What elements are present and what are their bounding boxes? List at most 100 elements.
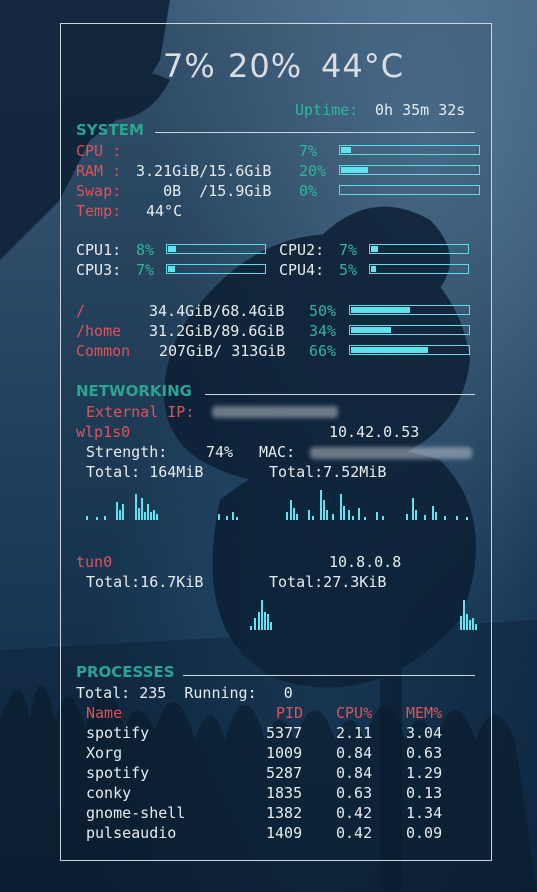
iface1-total-down: Total: 164MiB [86,463,204,481]
disk-home-bar-fill [351,327,391,333]
ram-value: 3.21GiB/15.6GiB [136,162,272,180]
header-temp: 44°C [321,47,405,85]
disk-root-percent: 50% [309,302,337,320]
cpu-label: CPU : [76,142,122,160]
system-heading: SYSTEM [76,121,144,139]
processes-heading: PROCESSES [76,663,175,681]
core2-label: CPU2: [279,241,325,259]
ram-label: RAM : [76,162,122,180]
swap-label: Swap: [76,182,122,200]
swap-value: 0B /15.9GiB [136,182,272,200]
uptime-value: 0h 35m 32s [375,101,466,119]
process-name: spotify [86,724,150,742]
core4-bar [369,264,469,274]
process-mem: 3.04 [406,724,443,742]
col-pid-header: PID [276,704,304,722]
iface2-total-down: Total:16.7KiB [86,573,204,591]
external-ip-redacted [212,406,338,418]
core1-percent: 8% [136,241,155,259]
temp-label: Temp: [76,202,122,220]
process-mem: 0.63 [406,744,443,762]
temp-value: 44°C [146,202,183,220]
process-cpu: 0.84 [336,764,373,782]
disk-common-percent: 66% [309,342,337,360]
core3-bar [166,264,266,274]
networking-divider [205,394,475,395]
core1-bar-fill [168,246,176,252]
process-cpu: 0.42 [336,824,373,842]
cpu-bar-fill [341,147,351,153]
swap-bar [339,185,480,195]
system-divider [155,132,475,133]
processes-divider [183,675,475,676]
disk-common-label: Common [76,342,131,360]
mac-redacted [310,447,472,459]
col-cpu-header: CPU% [336,704,373,722]
disk-root-value: 34.4GiB/68.4GiB [149,302,285,320]
iface2-ip: 10.8.0.8 [329,553,402,571]
process-pid: 5377 [266,724,303,742]
disk-home-bar [349,325,470,335]
iface2-name: tun0 [76,553,113,571]
process-cpu: 0.42 [336,804,373,822]
iface1-name: wlp1s0 [76,423,131,441]
process-pid: 1009 [266,744,303,762]
core4-percent: 5% [339,261,358,279]
core3-label: CPU3: [76,261,122,279]
disk-root-bar-fill [351,307,410,313]
process-name: conky [86,784,132,802]
process-pid: 1382 [266,804,303,822]
process-mem: 1.34 [406,804,443,822]
disk-home-value: 31.2GiB/89.6GiB [149,322,285,340]
networking-heading: NETWORKING [76,382,192,400]
strength-value: 74% [206,443,234,461]
disk-home-percent: 34% [309,322,337,340]
mac-label: MAC: [259,443,296,461]
disk-home-label: /home [76,322,122,340]
header-cpu: 7% [163,47,216,85]
core3-bar-fill [168,266,175,272]
process-name: spotify [86,764,150,782]
disk-root-bar [349,305,470,315]
swap-percent: 0% [299,182,318,200]
process-pid: 5287 [266,764,303,782]
iface2-traffic-graph [250,600,477,630]
iface1-traffic-graph [86,490,468,520]
process-name: pulseaudio [86,824,177,842]
ram-bar-fill [341,167,368,173]
disk-common-bar [349,345,470,355]
process-mem: 0.09 [406,824,443,842]
process-name: Xorg [86,744,123,762]
col-mem-header: MEM% [406,704,443,722]
core2-bar-fill [371,246,378,252]
strength-label: Strength: [86,443,168,461]
external-ip-label: External IP: [86,403,195,421]
process-pid: 1835 [266,784,303,802]
core3-percent: 7% [136,261,155,279]
process-cpu: 2.11 [336,724,373,742]
iface1-total-up: Total:7.52MiB [269,463,387,481]
core2-bar [369,244,469,254]
core4-label: CPU4: [279,261,325,279]
core1-bar [166,244,266,254]
ram-bar [339,165,480,175]
process-summary: Total: 235 Running: 0 [76,684,293,702]
iface2-total-up: Total:27.3KiB [269,573,387,591]
core1-label: CPU1: [76,241,122,259]
col-name-header: Name [86,704,123,722]
core2-percent: 7% [339,241,358,259]
ram-percent: 20% [299,162,327,180]
cpu-percent: 7% [299,142,318,160]
cpu-bar [339,145,480,155]
disk-common-value: 207GiB/ 313GiB [159,342,286,360]
process-pid: 1409 [266,824,303,842]
core4-bar-fill [371,266,376,272]
process-cpu: 0.63 [336,784,373,802]
process-name: gnome-shell [86,804,186,822]
disk-common-bar-fill [351,347,428,353]
process-mem: 0.13 [406,784,443,802]
disk-root-label: / [76,302,86,320]
process-cpu: 0.84 [336,744,373,762]
uptime-label: Uptime: [295,101,359,119]
iface1-ip: 10.42.0.53 [329,423,420,441]
